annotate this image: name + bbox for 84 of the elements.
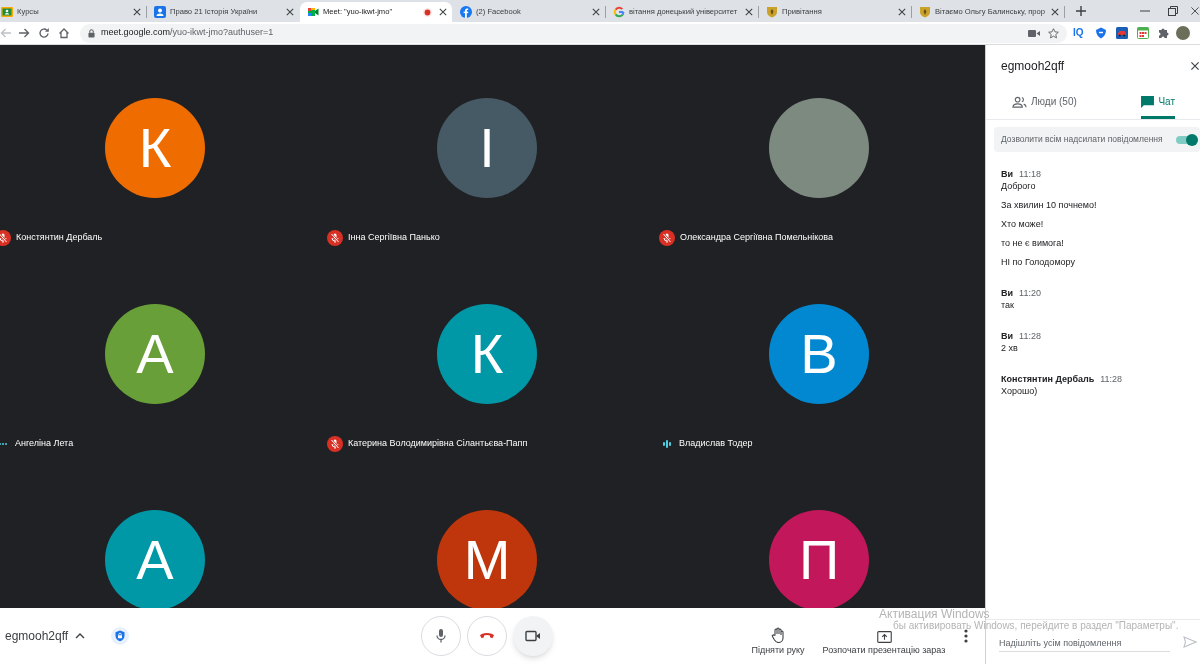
- forward-arrow-icon[interactable]: [18, 27, 30, 39]
- sender-name: Констянтин Дербаль: [1001, 373, 1095, 385]
- message-text: Доброго: [1001, 180, 1036, 192]
- initial-avatar: А: [105, 510, 205, 608]
- close-icon[interactable]: [1191, 62, 1199, 70]
- mic-icon: [435, 628, 447, 644]
- sender-name: Ви: [1001, 287, 1014, 299]
- video-camera-icon: [525, 630, 541, 642]
- restore-icon[interactable]: [1168, 6, 1178, 16]
- initial-avatar: К: [105, 98, 205, 198]
- panel-tab[interactable]: Чат: [1141, 87, 1175, 119]
- address-bar[interactable]: meet.google.com/yuo-ikwt-jmo?authuser=1: [80, 23, 1067, 43]
- panel-title: egmooh2qff: [1001, 58, 1065, 75]
- message-text: НІ по Голодомору: [1001, 256, 1075, 268]
- close-icon[interactable]: [745, 8, 753, 16]
- initial-avatar: К: [437, 304, 537, 404]
- participant-name: Інна Сергіївна Панько: [348, 231, 440, 245]
- close-icon[interactable]: [1191, 7, 1199, 15]
- message-text: Хорошо): [1001, 385, 1038, 397]
- close-icon[interactable]: [133, 8, 141, 16]
- sender-name: Ви: [1001, 168, 1014, 180]
- video-camera-icon[interactable]: [1028, 28, 1040, 38]
- toggle-switch[interactable]: [1176, 133, 1198, 146]
- initial-avatar: М: [437, 510, 537, 608]
- phone-icon: [479, 632, 495, 640]
- message-time: 11:28: [1019, 330, 1041, 342]
- watermark-text: бы активировать Windows, перейдите в раздел "Параметры".: [893, 620, 1179, 631]
- star-icon[interactable]: [1048, 27, 1059, 39]
- watermark-title: Активация Windows: [879, 609, 990, 620]
- calendar-icon[interactable]: [1136, 27, 1149, 39]
- participant-name: Катерина Володимирівна Сілантьєва-Папп: [348, 437, 528, 451]
- raise-hand-button[interactable]: Підняти руку: [740, 627, 816, 656]
- url-text: meet.google.com/yuo-ikwt-jmo?authuser=1: [101, 26, 274, 40]
- message-text: то не є вимога!: [1001, 237, 1064, 249]
- board-icon: [1, 6, 13, 18]
- initial-avatar: А: [105, 304, 205, 404]
- participant-name: Владислав Тодер: [679, 437, 753, 451]
- initial-avatar: І: [437, 98, 537, 198]
- initial-avatar: В: [769, 304, 869, 404]
- close-icon[interactable]: [1051, 8, 1059, 16]
- crest-icon: [766, 6, 778, 18]
- message-text: так: [1001, 299, 1014, 311]
- hand-icon: [771, 627, 785, 643]
- home-icon[interactable]: [58, 27, 70, 39]
- message-time: 11:18: [1019, 168, 1041, 180]
- close-icon[interactable]: [439, 8, 447, 16]
- initial-avatar: П: [769, 510, 869, 608]
- message-input[interactable]: Надішліть усім повідомлення: [999, 634, 1170, 652]
- sender-name: Ви: [1001, 330, 1014, 342]
- panel-tab[interactable]: Люди (50): [1012, 87, 1077, 119]
- participant-name: Олександра Сергіївна Помельнікова: [680, 231, 833, 245]
- g-logo-icon: [613, 6, 625, 18]
- message-time: 11:28: [1100, 373, 1123, 385]
- present-button[interactable]: Розпочати презентацію зараз: [816, 631, 952, 656]
- message-text: Хто може!: [1001, 218, 1044, 230]
- shield-icon[interactable]: [1094, 27, 1107, 39]
- close-icon[interactable]: [286, 8, 294, 16]
- close-icon[interactable]: [898, 8, 906, 16]
- avatar-icon[interactable]: [1175, 26, 1190, 40]
- people-icon: [1012, 95, 1027, 108]
- message-text: За хвилин 10 почнемо!: [1001, 199, 1097, 211]
- puzzle-icon[interactable]: [1157, 27, 1170, 39]
- extension-button[interactable]: IQ: [1073, 28, 1084, 38]
- message-text: 2 хв: [1001, 342, 1018, 354]
- car-icon[interactable]: [1115, 27, 1128, 39]
- f-logo-icon: [460, 6, 472, 18]
- participant-name: Констянтин Дербаль: [16, 231, 103, 245]
- person-icon: [154, 6, 166, 18]
- shield-lock-icon[interactable]: [111, 627, 130, 645]
- meeting-code: egmooh2qff: [5, 628, 69, 645]
- video-camera-icon: [307, 6, 319, 18]
- participant-name: Ангеліна Лета: [15, 437, 74, 451]
- caret-up-icon[interactable]: [75, 633, 86, 639]
- plus-icon[interactable]: [1076, 6, 1086, 16]
- lock-icon: [88, 28, 95, 38]
- crest-icon: [919, 6, 931, 18]
- camera-button[interactable]: [513, 616, 553, 656]
- present-screen-icon: [876, 631, 892, 643]
- close-icon[interactable]: [592, 8, 600, 16]
- more-icon[interactable]: [964, 629, 968, 643]
- setting-label: Дозволити всім надсилати повідомлення: [1001, 133, 1163, 146]
- message-time: 11:20: [1019, 287, 1041, 299]
- reload-icon[interactable]: [38, 27, 50, 39]
- chat-bubble-icon: [1141, 95, 1155, 108]
